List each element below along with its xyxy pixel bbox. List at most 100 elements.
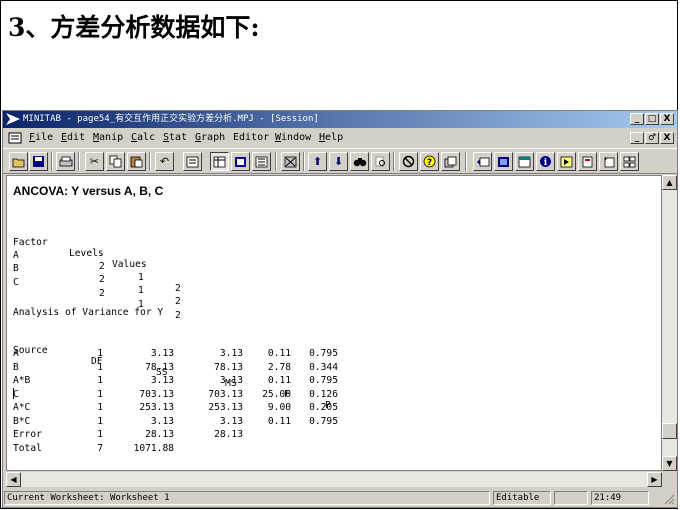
menu-calc[interactable]: Calc — [131, 132, 155, 143]
data-window-button[interactable] — [210, 152, 229, 171]
up-button[interactable]: ⬆ — [308, 152, 327, 171]
anova-cell-p: 0.795 — [309, 348, 338, 359]
table-row: C 2 1 2 — [13, 277, 181, 321]
macro-button[interactable] — [557, 152, 576, 171]
anova-cell-p: 0.795 — [309, 415, 338, 427]
session-doc-icon[interactable] — [8, 132, 22, 144]
menu-window[interactable]: Window — [275, 132, 311, 143]
doc-close-button[interactable]: X — [660, 132, 674, 144]
cut-button[interactable]: ✂ — [85, 152, 104, 171]
status-mode: Editable — [493, 491, 551, 505]
anova-cell-ss: 3.13 — [150, 375, 174, 386]
graph-folder-button[interactable] — [494, 152, 513, 171]
menu-help[interactable]: Help — [319, 132, 343, 143]
status-worksheet: Current Worksheet: Worksheet 1 — [4, 491, 490, 505]
resize-grip-icon[interactable] — [663, 493, 675, 505]
anova-cell-source: Total — [13, 442, 42, 454]
status-empty-panel — [554, 491, 588, 505]
copy-button[interactable] — [106, 152, 125, 171]
project-manager-icon — [444, 156, 457, 167]
replace-button[interactable] — [371, 152, 390, 171]
project-manager-button[interactable] — [441, 152, 460, 171]
anova-cell-df: 1 — [97, 348, 103, 359]
anova-cell-f: 0.11 — [267, 415, 291, 427]
info-button[interactable]: i — [536, 152, 555, 171]
cancel-button[interactable] — [399, 152, 418, 171]
vertical-scrollbar[interactable]: ▲ ▼ — [662, 175, 677, 471]
anova-cell-p: 0.205 — [309, 402, 338, 413]
anova-cell-source: A*B — [13, 375, 31, 386]
close-button[interactable]: X — [660, 113, 674, 125]
tile-button[interactable] — [620, 152, 639, 171]
anova-cell-p: 0.126 — [309, 388, 338, 400]
scroll-left-button[interactable]: ◀ — [6, 472, 21, 487]
anova-cell-df: 1 — [97, 415, 103, 427]
doc-restore-button[interactable]: ♂ — [645, 132, 659, 144]
session-window-icon — [186, 156, 199, 167]
worksheet-folder-button[interactable] — [515, 152, 534, 171]
menu-manip[interactable]: Manip — [93, 132, 123, 143]
replace-icon — [375, 156, 385, 166]
show-folder-button[interactable] — [473, 152, 492, 171]
anova-cell-ms: 253.13 — [208, 402, 243, 413]
maximize-button[interactable]: □ — [645, 113, 659, 125]
help-button[interactable]: ? — [420, 152, 439, 171]
anova-cell-df: 1 — [97, 388, 103, 400]
svg-text:i: i — [544, 158, 548, 168]
open-button[interactable] — [9, 152, 28, 171]
paste-button[interactable] — [127, 152, 146, 171]
anova-cell-ms: 28.13 — [214, 429, 243, 440]
window-title: MINITAB - page54_有交互作用正交实验方差分析.MPJ - [Se… — [23, 114, 319, 124]
undo-button[interactable]: ↶ — [155, 152, 174, 171]
info-window-button[interactable] — [231, 152, 250, 171]
history-icon — [255, 156, 268, 167]
save-button[interactable] — [29, 152, 48, 171]
down-button[interactable]: ⬇ — [329, 152, 348, 171]
doc-minimize-button[interactable]: _ — [630, 132, 644, 144]
open-icon — [12, 158, 24, 167]
svg-text:*: * — [604, 156, 608, 164]
anova-cell-f: 0.11 — [267, 348, 291, 359]
menu-edit[interactable]: Edit — [61, 132, 85, 143]
title-bar[interactable]: MINITAB - page54_有交互作用正交实验方差分析.MPJ - [Se… — [3, 111, 677, 128]
scroll-right-button[interactable]: ▶ — [647, 472, 662, 487]
anova-cell-f: 2.78 — [267, 361, 291, 373]
session-output[interactable]: ANCOVA: Y versus A, B, C Factor Levels V… — [6, 175, 662, 471]
text-cursor — [13, 388, 14, 399]
minitab-logo-icon — [6, 113, 20, 125]
help-icon: ? — [423, 155, 436, 168]
anova-cell-p: 0.795 — [309, 375, 338, 386]
new-worksheet-button[interactable]: * — [599, 152, 618, 171]
scroll-up-button[interactable]: ▲ — [662, 175, 677, 190]
anova-cell-ss: 3.13 — [150, 415, 174, 427]
vertical-scroll-thumb[interactable] — [662, 423, 677, 439]
horizontal-scrollbar[interactable]: ◀ ▶ — [6, 472, 662, 487]
find-button[interactable] — [350, 152, 369, 171]
scroll-down-button[interactable]: ▼ — [662, 456, 677, 471]
menu-file[interactable]: File — [29, 132, 53, 143]
anova-cell-p: 0.344 — [309, 361, 338, 373]
anova-cell-df: 1 — [97, 402, 103, 413]
toolbar-separator — [393, 152, 395, 171]
menu-editor[interactable]: Editor — [233, 132, 269, 143]
menu-graph[interactable]: Graph — [195, 132, 225, 143]
toolbar-separator — [275, 152, 277, 171]
session-window-button[interactable] — [183, 152, 202, 171]
anova-cell-ss: 78.13 — [145, 361, 174, 373]
anova-cell-df: 1 — [97, 361, 103, 373]
anova-cell-ms: 703.13 — [208, 388, 243, 400]
delete-button[interactable] — [281, 152, 300, 171]
anova-cell-df: 1 — [97, 429, 103, 440]
toolbar-separator — [465, 152, 467, 171]
anova-cell-source: A — [13, 348, 19, 359]
anova-title: Analysis of Variance for Y — [13, 307, 164, 318]
toolbar-separator — [78, 152, 80, 171]
cancel-icon — [402, 155, 415, 168]
menu-stat[interactable]: Stat — [163, 132, 187, 143]
report-button[interactable] — [578, 152, 597, 171]
minimize-button[interactable]: _ — [630, 113, 644, 125]
anova-cell-source: B*C — [13, 415, 31, 427]
print-button[interactable] — [56, 152, 75, 171]
tile-icon — [623, 156, 636, 167]
history-window-button[interactable] — [252, 152, 271, 171]
